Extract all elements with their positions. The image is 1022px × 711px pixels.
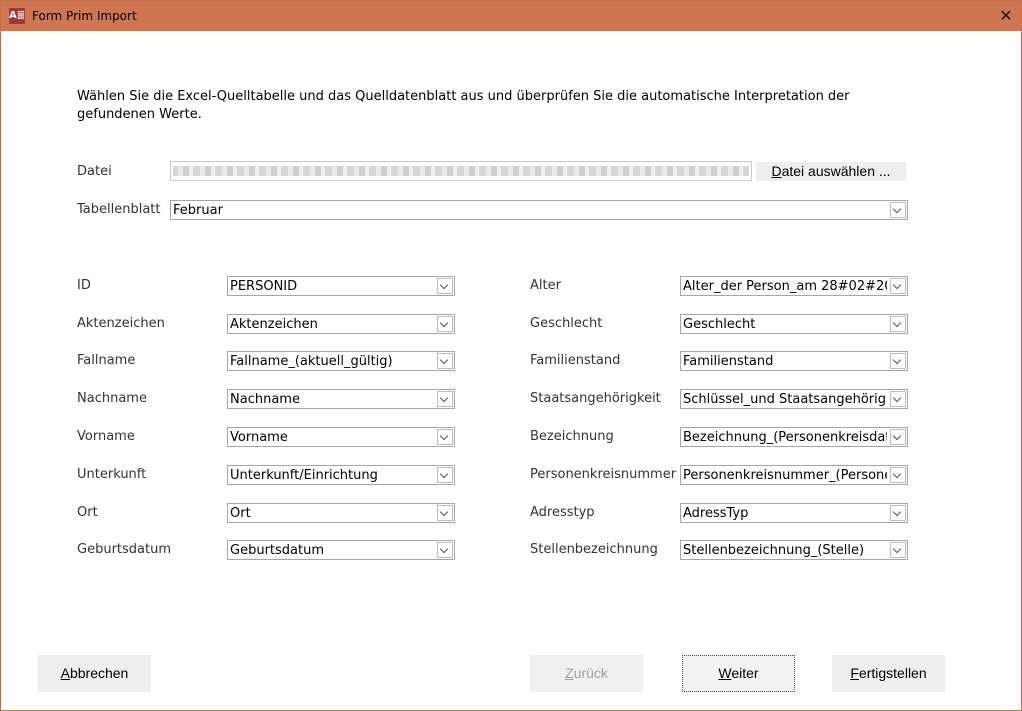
field-combo-value: Aktenzeichen xyxy=(230,317,318,332)
field-combo-value: Geburtsdatum xyxy=(230,543,324,558)
field-combo-value: Unterkunft/Einrichtung xyxy=(230,468,378,483)
finish-mnemonic: F xyxy=(850,665,859,681)
field-combo[interactable]: Vorname xyxy=(227,427,455,447)
field-combo-value: PERSONID xyxy=(230,279,298,294)
field-combo-value: Nachname xyxy=(230,392,300,407)
field-label: Fallname xyxy=(77,353,136,368)
back-button[interactable]: Zurück xyxy=(530,655,643,692)
field-combo-value: Ort xyxy=(230,506,251,521)
dialog-window: A≣ Form Prim Import ✕ Wählen Sie die Exc… xyxy=(0,0,1022,711)
cancel-mnemonic: A xyxy=(60,665,70,681)
back-mnemonic: Z xyxy=(565,665,574,681)
field-combo-value: Personenkreisnummer_(Persone xyxy=(683,468,887,483)
chevron-down-icon[interactable] xyxy=(890,542,906,558)
field-label: Adresstyp xyxy=(530,505,595,520)
file-path-field[interactable] xyxy=(170,161,752,181)
chevron-down-icon[interactable] xyxy=(890,353,906,369)
field-combo-value: Bezeichnung_(Personenkreisdate xyxy=(683,430,887,445)
field-combo-value: Vorname xyxy=(230,430,288,445)
title-bar[interactable]: A≣ Form Prim Import ✕ xyxy=(1,1,1021,31)
field-label: ID xyxy=(77,278,91,293)
field-combo[interactable]: Aktenzeichen xyxy=(227,314,455,334)
field-combo[interactable]: Nachname xyxy=(227,389,455,409)
field-combo[interactable]: Geburtsdatum xyxy=(227,540,455,560)
next-button[interactable]: Weiter xyxy=(682,655,795,692)
field-combo[interactable]: Ort xyxy=(227,503,455,523)
chevron-down-icon[interactable] xyxy=(890,278,906,294)
field-combo-value: AdressTyp xyxy=(683,506,749,521)
field-combo[interactable]: Alter_der Person_am 28#02#2017 xyxy=(680,276,908,296)
field-combo[interactable]: PERSONID xyxy=(227,276,455,296)
back-label: urück xyxy=(573,665,608,681)
field-combo-value: Alter_der Person_am 28#02#2017 xyxy=(683,279,887,294)
access-app-icon: A≣ xyxy=(9,8,25,24)
chevron-down-icon[interactable] xyxy=(437,542,453,558)
field-label: Geburtsdatum xyxy=(77,542,171,557)
cancel-button[interactable]: Abbrechen xyxy=(38,655,151,692)
field-label: Stellenbezeichnung xyxy=(530,542,658,557)
field-label: Alter xyxy=(530,278,561,293)
field-label: Familienstand xyxy=(530,353,621,368)
field-label: Nachname xyxy=(77,391,147,406)
chevron-down-icon[interactable] xyxy=(437,429,453,445)
field-combo[interactable]: Stellenbezeichnung_(Stelle) xyxy=(680,540,908,560)
field-combo-value: Schlüssel_und Staatsangehörigke xyxy=(683,392,887,407)
finish-button[interactable]: Fertigstellen xyxy=(832,655,945,692)
field-combo-value: Stellenbezeichnung_(Stelle) xyxy=(683,543,865,558)
field-combo[interactable]: Geschlecht xyxy=(680,314,908,334)
chevron-down-icon[interactable] xyxy=(890,202,906,218)
field-label: Unterkunft xyxy=(77,467,147,482)
choose-file-label: atei auswählen ... xyxy=(781,163,891,179)
field-combo[interactable]: AdressTyp xyxy=(680,503,908,523)
chevron-down-icon[interactable] xyxy=(437,391,453,407)
field-label: Personenkreisnummer xyxy=(530,467,677,482)
sheet-combo-value: Februar xyxy=(173,203,223,218)
field-combo[interactable]: Familienstand xyxy=(680,351,908,371)
chevron-down-icon[interactable] xyxy=(437,316,453,332)
field-label: Vorname xyxy=(77,429,135,444)
field-combo[interactable]: Schlüssel_und Staatsangehörigke xyxy=(680,389,908,409)
chevron-down-icon[interactable] xyxy=(890,429,906,445)
finish-label: ertigstellen xyxy=(858,665,927,681)
chevron-down-icon[interactable] xyxy=(890,505,906,521)
choose-file-mnemonic: D xyxy=(771,163,782,179)
sheet-label: Tabellenblatt xyxy=(77,202,161,217)
field-label: Staatsangehörigkeit xyxy=(530,391,661,406)
field-combo-value: Familienstand xyxy=(683,354,774,369)
field-label: Ort xyxy=(77,505,98,520)
field-combo-value: Geschlecht xyxy=(683,317,756,332)
field-combo[interactable]: Personenkreisnummer_(Persone xyxy=(680,465,908,485)
chevron-down-icon[interactable] xyxy=(890,391,906,407)
field-label: Geschlecht xyxy=(530,316,603,331)
window-title: Form Prim Import xyxy=(32,9,137,23)
file-label: Datei xyxy=(77,164,112,179)
field-label: Aktenzeichen xyxy=(77,316,165,331)
choose-file-button[interactable]: Datei auswählen ... xyxy=(756,162,906,181)
field-combo-value: Fallname_(aktuell_gültig) xyxy=(230,354,393,369)
chevron-down-icon[interactable] xyxy=(437,505,453,521)
next-label: eiter xyxy=(731,665,759,681)
field-combo[interactable]: Fallname_(aktuell_gültig) xyxy=(227,351,455,371)
chevron-down-icon[interactable] xyxy=(437,467,453,483)
chevron-down-icon[interactable] xyxy=(437,353,453,369)
close-button[interactable]: ✕ xyxy=(991,1,1021,31)
field-combo[interactable]: Unterkunft/Einrichtung xyxy=(227,465,455,485)
intro-text: Wählen Sie die Excel-Quelltabelle und da… xyxy=(77,89,850,122)
field-combo[interactable]: Bezeichnung_(Personenkreisdate xyxy=(680,427,908,447)
cancel-label: bbrechen xyxy=(69,665,129,681)
chevron-down-icon[interactable] xyxy=(890,316,906,332)
chevron-down-icon[interactable] xyxy=(890,467,906,483)
field-label: Bezeichnung xyxy=(530,429,614,444)
chevron-down-icon[interactable] xyxy=(437,278,453,294)
sheet-combo[interactable]: Februar xyxy=(170,200,908,220)
next-mnemonic: W xyxy=(718,665,732,681)
